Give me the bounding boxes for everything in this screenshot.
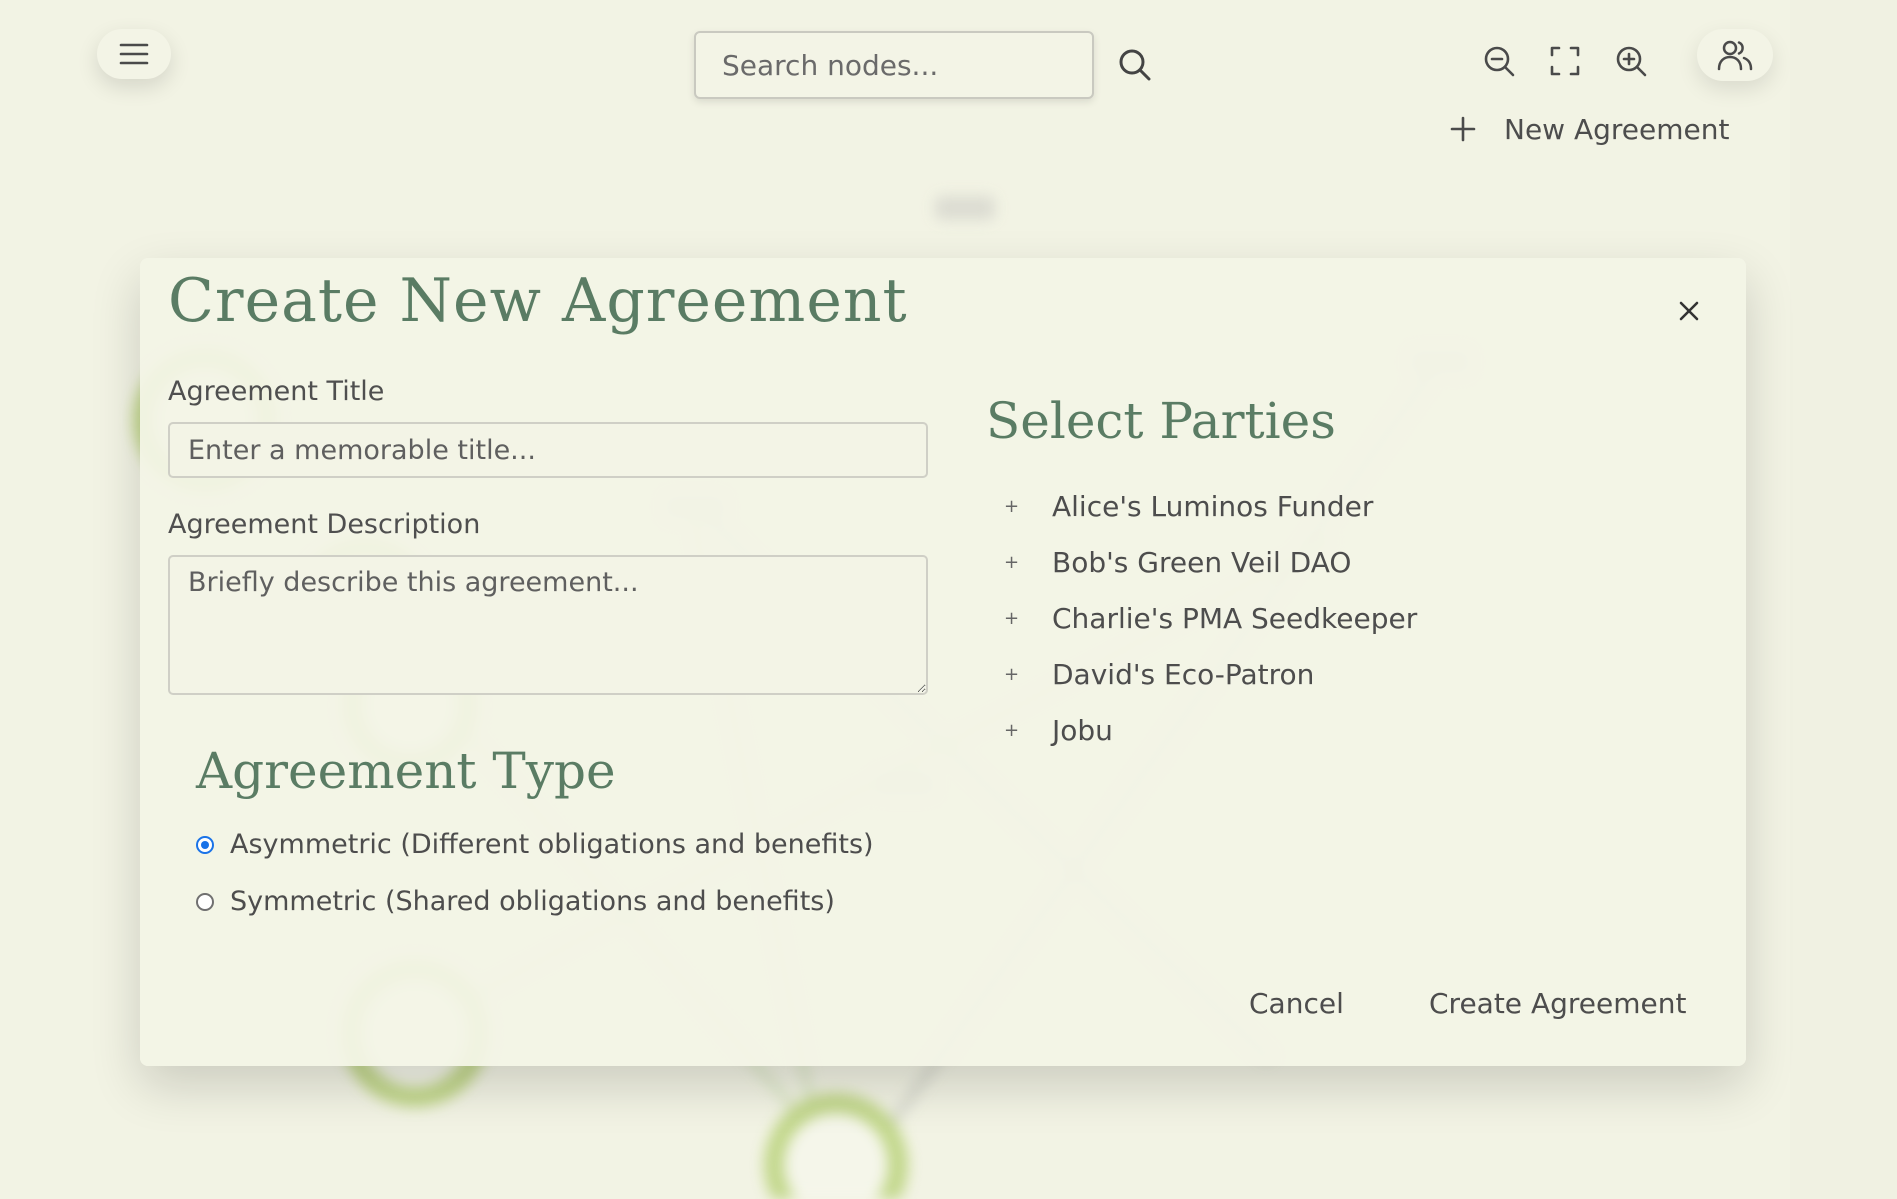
- search-input[interactable]: [694, 31, 1094, 99]
- party-name: Jobu: [1052, 714, 1113, 747]
- hamburger-menu-icon: [119, 43, 149, 65]
- radio-label: Asymmetric (Different obligations and be…: [230, 829, 874, 860]
- new-agreement-button[interactable]: New Agreement: [1450, 106, 1729, 152]
- plus-icon: [1450, 116, 1476, 142]
- add-party-icon: +: [1004, 664, 1020, 685]
- radio-button[interactable]: [196, 892, 214, 911]
- party-item[interactable]: + Alice's Luminos Funder: [1004, 490, 1373, 523]
- party-name: Charlie's PMA Seedkeeper: [1052, 602, 1418, 635]
- zoom-in-icon[interactable]: [1614, 44, 1648, 78]
- radio-button-checked[interactable]: [196, 835, 214, 854]
- users-button[interactable]: [1697, 29, 1773, 81]
- party-item[interactable]: + Charlie's PMA Seedkeeper: [1004, 602, 1417, 635]
- close-icon[interactable]: [1674, 296, 1704, 326]
- radio-asymmetric[interactable]: Asymmetric (Different obligations and be…: [196, 829, 874, 860]
- menu-button[interactable]: [97, 29, 171, 79]
- radio-symmetric[interactable]: Symmetric (Shared obligations and benefi…: [196, 886, 835, 917]
- new-agreement-label: New Agreement: [1504, 112, 1730, 146]
- title-field-label: Agreement Title: [168, 376, 385, 407]
- dialog-title: Create New Agreement: [168, 266, 908, 336]
- right-edge-strip: [1790, 0, 1897, 1199]
- search-icon[interactable]: [1118, 48, 1152, 82]
- party-name: Alice's Luminos Funder: [1052, 490, 1374, 523]
- add-party-icon: +: [1004, 496, 1020, 517]
- graph-node-label: [935, 196, 995, 220]
- add-party-icon: +: [1004, 552, 1020, 573]
- add-party-icon: +: [1004, 720, 1020, 741]
- graph-node: [764, 1093, 908, 1199]
- radio-label: Symmetric (Shared obligations and benefi…: [230, 886, 835, 917]
- cancel-button[interactable]: Cancel: [1249, 978, 1344, 1028]
- party-item[interactable]: + David's Eco-Patron: [1004, 658, 1314, 691]
- agreement-title-input[interactable]: [168, 422, 928, 478]
- party-item[interactable]: + Jobu: [1004, 714, 1113, 747]
- select-parties-heading: Select Parties: [986, 392, 1336, 450]
- add-party-icon: +: [1004, 608, 1020, 629]
- fullscreen-icon[interactable]: [1548, 44, 1582, 78]
- description-field-label: Agreement Description: [168, 509, 481, 540]
- create-agreement-button[interactable]: Create Agreement: [1429, 978, 1686, 1028]
- party-item[interactable]: + Bob's Green Veil DAO: [1004, 546, 1351, 579]
- users-icon: [1717, 40, 1753, 71]
- agreement-type-heading: Agreement Type: [196, 742, 616, 800]
- create-agreement-dialog: Create New Agreement Agreement Title Agr…: [140, 258, 1746, 1066]
- party-name: David's Eco-Patron: [1052, 658, 1315, 691]
- party-name: Bob's Green Veil DAO: [1052, 546, 1352, 579]
- agreement-description-input[interactable]: [168, 555, 928, 695]
- zoom-out-icon[interactable]: [1482, 44, 1516, 78]
